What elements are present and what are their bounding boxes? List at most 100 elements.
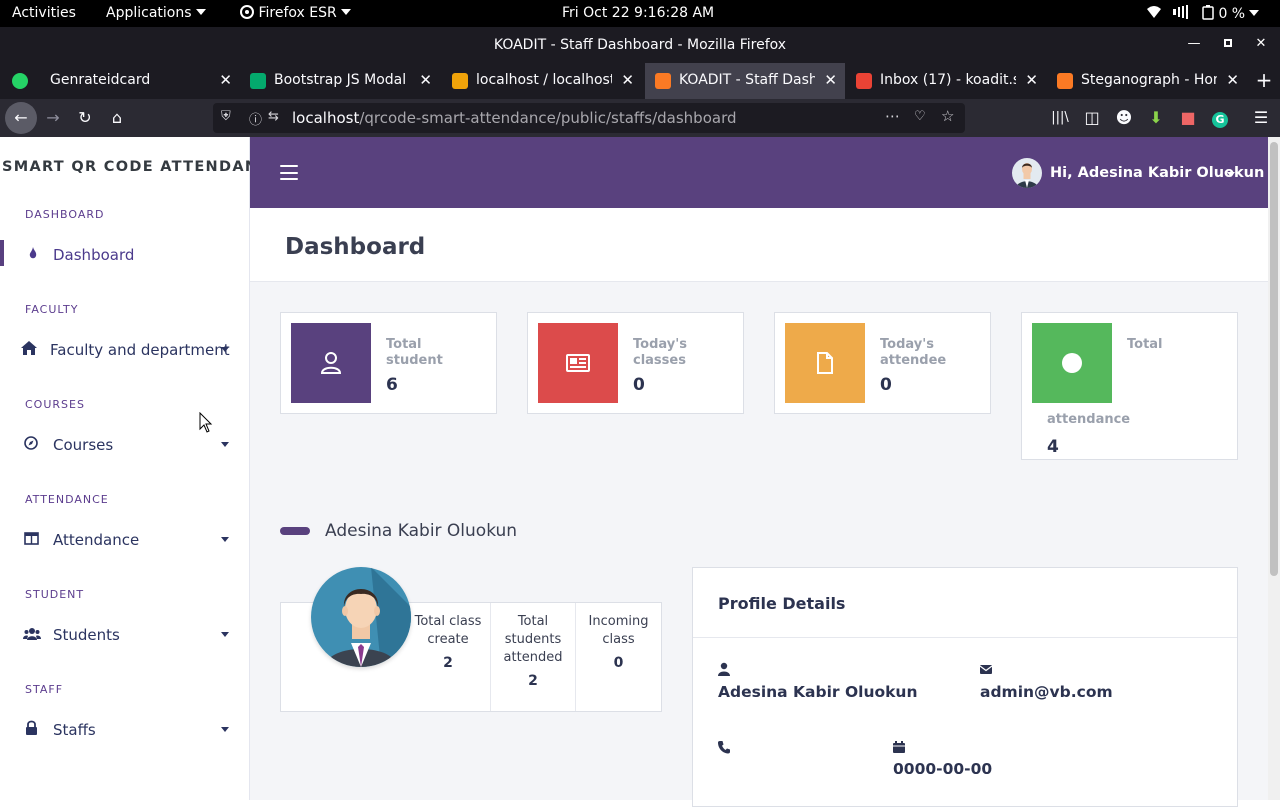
stat-card-todays-attendee: Today's attendee 0	[774, 312, 991, 414]
sidebar-item-dashboard[interactable]: Dashboard	[0, 239, 249, 269]
pocket-icon[interactable]: ♡	[914, 109, 926, 124]
wifi-icon[interactable]	[1146, 5, 1162, 23]
tab-inbox[interactable]: Inbox (17) - koadit.sof ✕	[846, 63, 1046, 99]
forward-button[interactable]: →	[40, 105, 66, 131]
firefox-esr-menu[interactable]: Firefox ESR	[240, 5, 351, 21]
avatar	[1012, 158, 1042, 188]
account-icon[interactable]: ☻	[1111, 105, 1137, 131]
sidebar-item-faculty-and-department[interactable]: Faculty and department	[0, 334, 249, 364]
close-tab-icon[interactable]: ✕	[419, 71, 432, 89]
info-icon[interactable]: ⓘ	[249, 109, 262, 128]
tab-steganograph[interactable]: Steganograph - Home ✕	[1047, 63, 1247, 99]
activities-button[interactable]: Activities	[12, 5, 76, 21]
profile-stat-label-line: attended	[503, 650, 563, 665]
chevron-down-icon	[340, 9, 351, 15]
navigation-toolbar: ← → ↻ ⌂ ⛨ ⓘ ⇆ localhost/qrcode-smart-att…	[0, 99, 1280, 137]
page-scrollbar-thumb[interactable]	[1270, 142, 1278, 576]
section-label-attendance: ATTENDANCE	[25, 493, 109, 506]
tab-label: Steganograph - Home	[1081, 72, 1217, 88]
brand-title[interactable]: SMART QR CODE ATTENDANCE	[2, 159, 281, 175]
back-button[interactable]: ←	[5, 102, 37, 134]
stat-label-line: Today's	[880, 337, 934, 352]
firefox-esr-label: Firefox ESR	[258, 5, 337, 21]
profile-details-card: Profile Details Adesina Kabir Oluokun ad…	[692, 567, 1238, 807]
lock-icon	[26, 720, 37, 735]
sidebar-item-staffs[interactable]: Staffs	[0, 714, 249, 744]
tab-label: localhost / localhost /	[476, 72, 612, 88]
page-actions-icon[interactable]: ⋯	[885, 107, 900, 125]
stat-label-line: classes	[633, 353, 686, 368]
main-content: Dashboard Total student 6 Today's classes …	[250, 208, 1268, 807]
hamburger-menu-icon[interactable]: ☰	[1248, 105, 1274, 131]
home-button[interactable]: ⌂	[104, 105, 130, 131]
sidebar-toggle-icon[interactable]: ◫	[1079, 105, 1105, 131]
detail-dob: 0000-00-00	[893, 760, 993, 778]
extension-icon[interactable]: ■	[1175, 105, 1201, 131]
stat-icon-box	[1032, 323, 1112, 403]
sidebar-item-label: Faculty and department	[50, 341, 230, 359]
profile-stat-incoming-class: Incoming class 0	[576, 603, 661, 703]
profile-stat-value: 2	[528, 673, 538, 689]
profile-stat-label-line: Total	[517, 614, 549, 629]
avatar	[311, 567, 411, 667]
close-window-button[interactable]: ✕	[1250, 33, 1272, 55]
library-icon[interactable]: |||\	[1047, 105, 1073, 131]
clock[interactable]: Fri Oct 22 9:16:28 AM	[562, 5, 714, 21]
applications-menu[interactable]: Applications	[106, 5, 206, 21]
permissions-icon[interactable]: ⇆	[268, 109, 279, 124]
tab-genrateidcard[interactable]: Genrateidcard ✕	[0, 63, 240, 99]
battery-percent: 0 %	[1218, 6, 1246, 22]
profile-stat-value: 2	[443, 655, 453, 671]
url-bar[interactable]: ⛨ ⓘ ⇆ localhost/qrcode-smart-attendance/…	[213, 103, 965, 133]
url-text[interactable]: localhost/qrcode-smart-attendance/public…	[292, 109, 737, 127]
profile-stat-value: 0	[613, 655, 624, 671]
reload-button[interactable]: ↻	[72, 105, 98, 131]
minimize-button[interactable]: —	[1183, 33, 1205, 55]
file-icon	[817, 352, 833, 374]
sidebar-item-students[interactable]: Students	[0, 619, 249, 649]
volume-icon[interactable]	[1172, 5, 1190, 23]
close-tab-icon[interactable]: ✕	[1226, 71, 1239, 89]
detail-email: admin@vb.com	[980, 683, 1113, 701]
firefox-icon	[240, 5, 254, 19]
close-tab-icon[interactable]: ✕	[1025, 71, 1038, 89]
tab-phpmyadmin[interactable]: localhost / localhost / ✕	[442, 63, 642, 99]
maximize-button[interactable]	[1217, 33, 1239, 55]
menu-toggle-button[interactable]	[280, 165, 298, 180]
close-tab-icon[interactable]: ✕	[824, 71, 837, 89]
grammarly-icon[interactable]: G	[1207, 105, 1233, 131]
stat-value: 0	[633, 375, 645, 395]
download-icon[interactable]: ⬇	[1143, 105, 1169, 131]
profile-stat-total-students-attended: Total students attended 2	[491, 603, 576, 711]
stat-value: 4	[1047, 437, 1059, 457]
tab-bootstrap-modal[interactable]: Bootstrap JS Modal R ✕	[240, 63, 440, 99]
stat-card-total-student: Total student 6	[280, 312, 497, 414]
shield-icon[interactable]: ⛨	[221, 109, 231, 124]
bookmark-star-icon[interactable]: ☆	[941, 107, 954, 125]
profile-stat-label-line: Incoming	[588, 614, 649, 629]
sidebar-item-label: Staffs	[53, 721, 96, 739]
battery-indicator[interactable]: 0 %	[1202, 5, 1260, 22]
chevron-down-icon	[1227, 172, 1235, 177]
new-tab-button[interactable]: +	[1252, 68, 1276, 92]
profile-stat-label-line: Total class	[414, 614, 482, 629]
chevron-down-icon	[221, 632, 229, 637]
profile-stat-label: Total class create	[406, 613, 490, 649]
user-icon	[718, 662, 730, 676]
profile-stat-label-line: class	[602, 632, 635, 647]
divider	[693, 637, 1237, 638]
url-path: /qrcode-smart-attendance/public/staffs/d…	[359, 109, 737, 127]
close-tab-icon[interactable]: ✕	[621, 71, 634, 89]
tab-strip: Genrateidcard ✕ Bootstrap JS Modal R ✕ l…	[0, 63, 1280, 99]
stat-label: Today's classes	[633, 337, 733, 369]
compass-icon	[24, 436, 38, 450]
chevron-down-icon	[221, 442, 229, 447]
sidebar-item-attendance[interactable]: Attendance	[0, 524, 249, 554]
fire-icon	[29, 247, 37, 259]
tab-koadit-staff-dashboard[interactable]: KOADIT - Staff Dashb ✕	[645, 63, 845, 99]
close-tab-icon[interactable]: ✕	[219, 71, 232, 89]
section-label-student: STUDENT	[25, 588, 85, 601]
tab-label: Inbox (17) - koadit.sof	[880, 72, 1016, 88]
page-title: Dashboard	[285, 234, 426, 260]
home-icon	[21, 341, 37, 355]
